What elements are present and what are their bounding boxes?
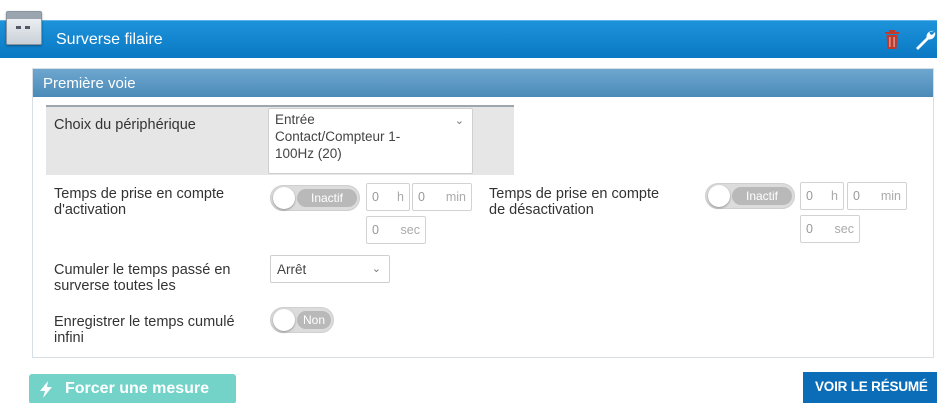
- record-toggle[interactable]: Non: [270, 307, 334, 333]
- trash-icon[interactable]: [884, 30, 900, 49]
- force-measure-label: Forcer une mesure: [65, 380, 210, 397]
- cumulate-label: Cumuler le temps passé en surverse toute…: [54, 262, 231, 294]
- activation-hours-field[interactable]: 0 h: [366, 183, 410, 211]
- wrench-icon[interactable]: [914, 29, 936, 50]
- device-label: Choix du périphérique: [54, 117, 196, 133]
- toggle-state: Non: [297, 311, 331, 329]
- cumulate-value: Arrêt: [277, 262, 307, 277]
- activation-toggle[interactable]: Inactif: [270, 185, 360, 211]
- toggle-state: Inactif: [297, 189, 357, 207]
- chevron-down-icon: ⌄: [454, 115, 464, 127]
- device-value-line: 100Hz (20): [275, 146, 342, 161]
- deactivation-toggle[interactable]: Inactif: [705, 183, 795, 209]
- deactivation-seconds-field[interactable]: 0 sec: [800, 215, 860, 243]
- bolt-icon: [40, 381, 52, 398]
- activation-seconds-field[interactable]: 0 sec: [366, 216, 426, 244]
- window-icon: [6, 11, 42, 45]
- deactivation-hours-field[interactable]: 0 h: [800, 182, 844, 210]
- view-summary-button[interactable]: VOIR LE RÉSUMÉ: [803, 372, 937, 403]
- toggle-state: Inactif: [732, 187, 792, 205]
- toggle-knob: [273, 309, 295, 331]
- cumulate-select[interactable]: Arrêt ⌄: [270, 255, 390, 283]
- toggle-knob: [273, 187, 295, 209]
- widget-title: Surverse filaire: [56, 31, 163, 48]
- record-label: Enregistrer le temps cumulé infini: [54, 314, 235, 346]
- force-measure-button[interactable]: Forcer une mesure: [29, 374, 236, 403]
- chevron-down-icon: ⌄: [371, 263, 381, 275]
- deactivation-label: Temps de prise en compte de désactivatio…: [489, 186, 660, 218]
- panel-title: Première voie: [33, 69, 933, 97]
- activation-minutes-field[interactable]: 0 min: [412, 183, 472, 211]
- device-value-line: Contact/Compteur 1-: [275, 129, 401, 144]
- device-value-line: Entrée: [275, 112, 315, 127]
- device-select[interactable]: Entrée Contact/Compteur 1- 100Hz (20) ⌄: [268, 108, 473, 174]
- activation-label: Temps de prise en compte d'activation: [54, 186, 225, 218]
- deactivation-minutes-field[interactable]: 0 min: [847, 182, 907, 210]
- toggle-knob: [708, 185, 730, 207]
- view-summary-label: VOIR LE RÉSUMÉ: [815, 379, 928, 394]
